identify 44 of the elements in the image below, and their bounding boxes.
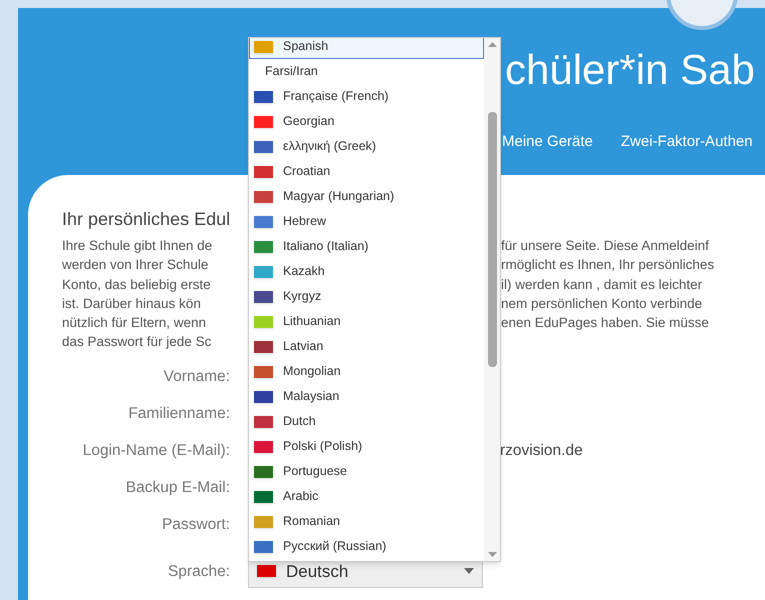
paragraph-text: Ihre Schule gibt Ihnen de	[62, 237, 214, 255]
language-option[interactable]: Malaysian	[249, 384, 484, 409]
paragraph-text: nützlich für Eltern, wenn	[62, 314, 208, 332]
language-option[interactable]: Latvian	[249, 334, 484, 359]
language-option[interactable]: Magyar (Hungarian)	[249, 184, 484, 209]
language-option[interactable]: Italiano (Italian)	[249, 234, 484, 259]
field-label: Familienname:	[127, 404, 230, 424]
paragraph-text: Konto, das beliebig erste	[62, 276, 212, 294]
language-option[interactable]: Kazakh	[249, 259, 484, 284]
caret-icon	[464, 568, 474, 574]
paragraph-text: rmöglicht es Ihnen, Ihr persönliches	[501, 256, 714, 274]
language-option[interactable]: Hebrew	[249, 209, 484, 234]
scroll-thumb[interactable]	[488, 112, 496, 367]
field-label: Vorname:	[162, 366, 230, 387]
language-option[interactable]: ελληνική (Greek)	[249, 134, 484, 159]
field-label: Backup E-Mail:	[124, 478, 230, 498]
language-option[interactable]: Française (French)	[249, 84, 484, 109]
language-option[interactable]: Georgian	[249, 109, 484, 134]
section-heading: Ihr persönliches Edul	[62, 208, 230, 231]
paragraph-text: ist. Darüber hinaus kön	[62, 294, 202, 313]
language-option[interactable]: Polski (Polish)	[249, 434, 484, 459]
language-option[interactable]: Dutch	[249, 409, 484, 434]
paragraph-text: für unsere Seite. Diese Anmeldeinf	[501, 237, 709, 255]
language-option[interactable]: Croatian	[249, 159, 484, 184]
language-option[interactable]: Kyrgyz	[249, 284, 484, 309]
paragraph-text: werden von Ihrer Schule	[62, 256, 210, 274]
paragraph-text: enen EduPages haben. Sie müsse	[501, 314, 709, 332]
field-label: Sprache:	[166, 562, 230, 582]
scroll-up-icon[interactable]	[488, 42, 496, 47]
field-label: Login-Name (E-Mail):	[82, 440, 230, 461]
page-title: chüler*in Sab	[505, 45, 755, 95]
field-value: rzovision.de	[500, 440, 583, 461]
paragraph-text: il) werden kann , damit es leichter	[501, 276, 702, 294]
language-option[interactable]: Mongolian	[249, 359, 484, 384]
language-option[interactable]: Arabic	[249, 484, 484, 509]
language-option[interactable]: Farsi/Iran	[249, 59, 484, 84]
scroll-down-icon[interactable]	[488, 552, 496, 557]
field-label: Passwort:	[160, 514, 230, 535]
paragraph-text: nem persönlichen Konto verbinde	[501, 294, 702, 313]
language-option[interactable]: Lithuanian	[249, 309, 484, 334]
language-option[interactable]: Spanish	[249, 38, 484, 59]
language-option[interactable]: Portuguese	[249, 459, 484, 484]
paragraph-text: das Passwort für jede Sc	[62, 333, 212, 352]
language-option[interactable]: Romanian	[249, 509, 484, 534]
